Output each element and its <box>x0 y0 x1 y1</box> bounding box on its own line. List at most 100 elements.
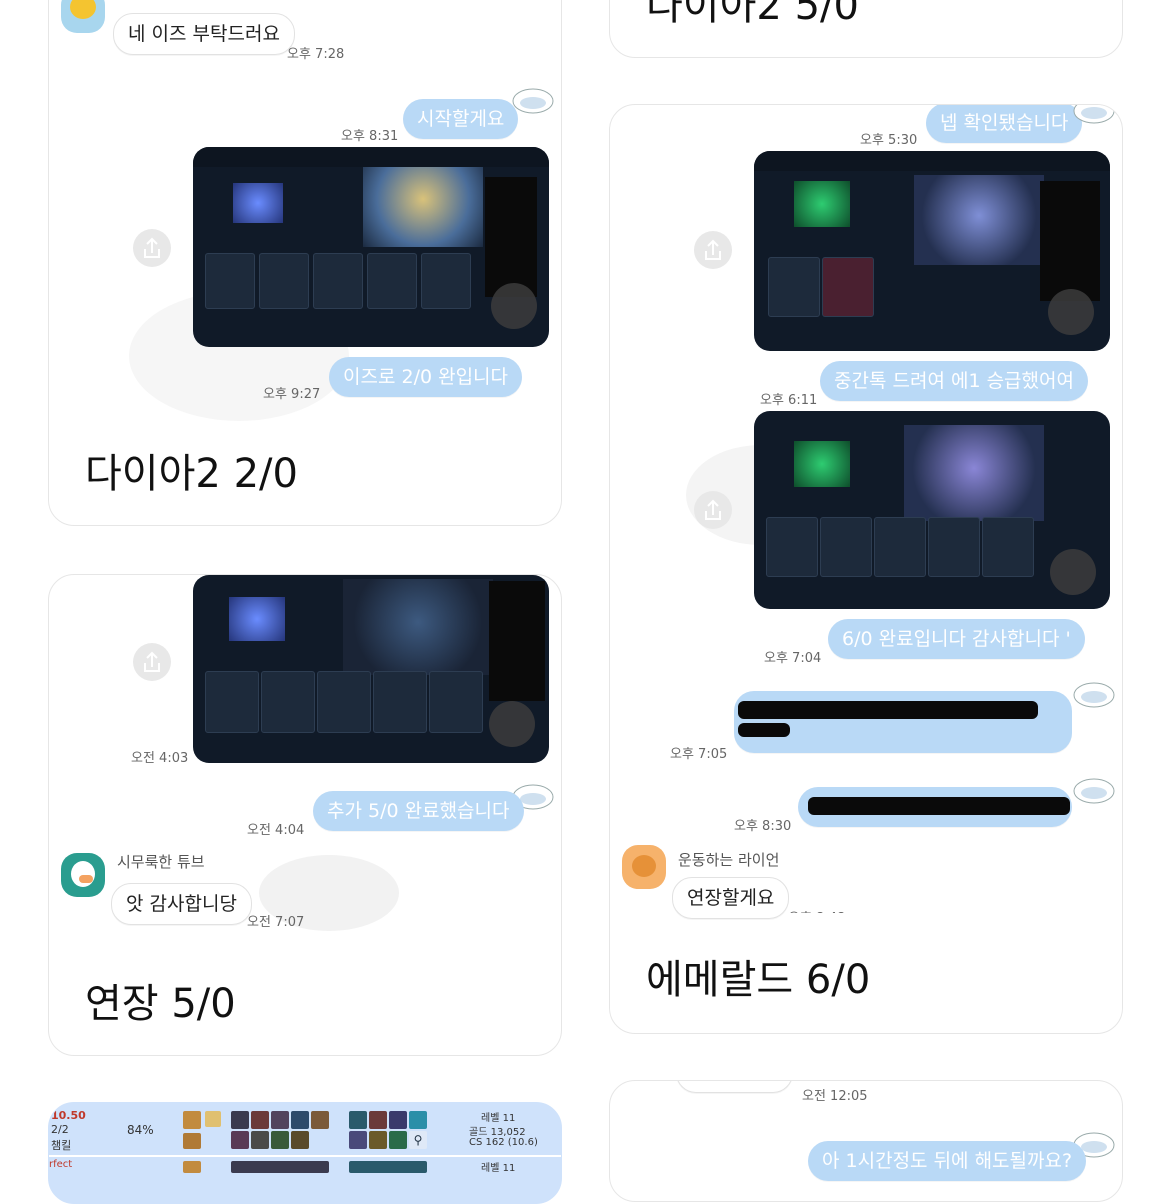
post-card-emerald-6-0[interactable]: 넵 확인됐습니다 오후 5:30 중간톡 드려여 에1 승급했어여 오후 6:1… <box>609 104 1123 1034</box>
sticker-icon <box>1072 105 1116 125</box>
message-time: 오후 9:27 <box>263 387 321 402</box>
message-bubble: 네 이즈 부탁드러요 <box>113 13 295 55</box>
mission-tile <box>261 671 315 733</box>
mission-tile <box>421 253 471 309</box>
redaction-mark <box>738 701 1038 719</box>
mission-tile <box>429 671 483 733</box>
mission-tile <box>820 517 872 577</box>
post-card-chat[interactable]: 감사합니다 오전 12:05 아 1시간정도 뒤에 해도될까요? <box>609 1080 1123 1202</box>
item-icon <box>251 1131 269 1149</box>
mission-tile <box>373 671 427 733</box>
item-icon <box>271 1131 289 1149</box>
message-bubble: 아 1시간정도 뒤에 해도될까요? <box>808 1141 1087 1181</box>
post-card-match-history[interactable]: 10.50 2/2 챔킬 84% ⚲ 레벨 11 골드 13,052 CS 16… <box>48 1102 562 1204</box>
message-time: 오후 6:11 <box>760 393 818 408</box>
message-bubble: 연장할게요 <box>672 877 790 919</box>
mission-tile <box>982 517 1034 577</box>
avatar <box>61 853 105 897</box>
gold-value: 골드 13,052 <box>469 1127 526 1138</box>
message-time: 오전 12:05 <box>802 1089 868 1104</box>
game-screenshot-image[interactable] <box>193 575 549 763</box>
mission-tile <box>768 257 820 317</box>
item-icon <box>231 1161 329 1173</box>
message-bubble: 추가 5/0 완료했습니다 <box>313 791 524 831</box>
mission-tile <box>317 671 371 733</box>
sticker-icon <box>1072 679 1116 709</box>
redaction-mark <box>808 797 1070 815</box>
mission-tile <box>259 253 309 309</box>
mission-tile <box>205 253 255 309</box>
message-time: 오후 7:04 <box>764 651 822 666</box>
message-bubble: 중간톡 드려여 에1 승급했어여 <box>820 361 1088 401</box>
game-screenshot-image[interactable] <box>754 411 1110 609</box>
sticker-icon <box>511 85 555 115</box>
scan-text-icon[interactable] <box>1050 549 1096 595</box>
message-bubble: 6/0 완료입니다 감사합니다 ' <box>828 619 1085 659</box>
mission-tile <box>205 671 259 733</box>
redaction-mark <box>738 723 790 737</box>
mission-tile <box>874 517 926 577</box>
post-card-diamond2-2-0[interactable]: 네 이즈 부탁드러요 오후 7:28 시작할게요 오후 8:31 이즈로 2/0… <box>48 0 562 526</box>
post-caption: 연장 5/0 <box>85 981 236 1027</box>
item-icon <box>251 1111 269 1129</box>
rune-icon <box>349 1131 367 1149</box>
post-caption: 다이아2 5/0 <box>646 0 859 29</box>
item-icon <box>291 1111 309 1129</box>
score-value: 2/2 <box>51 1123 69 1136</box>
rune-icon <box>369 1111 387 1129</box>
sticker-icon <box>1072 775 1116 805</box>
scan-text-icon[interactable] <box>489 701 535 747</box>
rune-icon <box>409 1111 427 1129</box>
scan-text-icon[interactable] <box>1048 289 1094 335</box>
message-bubble: 넵 확인됐습니다 <box>926 105 1083 143</box>
champion-icon <box>183 1161 201 1173</box>
game-screenshot-image[interactable] <box>193 147 549 347</box>
post-card-extension-5-0[interactable]: 오전 4:03 추가 5/0 완료했습니다 오전 4:04 시무룩한 튜브 앗 … <box>48 574 562 1056</box>
avatar <box>61 0 105 33</box>
message-time: 오후 7:28 <box>287 47 345 62</box>
share-icon[interactable] <box>133 229 171 267</box>
message-time: 오전 7:07 <box>247 915 305 930</box>
message-time: 오전 4:03 <box>131 751 189 766</box>
level-value: 레벨 11 <box>481 1113 516 1124</box>
perfect-tag: rfect <box>49 1159 73 1170</box>
search-icon: ⚲ <box>409 1131 427 1149</box>
sender-name: 운동하는 라이언 <box>678 851 780 869</box>
post-caption: 다이아2 2/0 <box>85 451 298 497</box>
avatar <box>622 845 666 889</box>
post-card-diamond2-5-0[interactable]: 다이아2 5/0 <box>609 0 1123 58</box>
spell-icon <box>205 1111 221 1127</box>
mission-tile <box>313 253 363 309</box>
message-bubble: 이즈로 2/0 완입니다 <box>329 357 523 397</box>
mission-tile <box>928 517 980 577</box>
message-time: 오후 8:30 <box>734 819 792 834</box>
post-caption: 에메랄드 6/0 <box>646 957 871 1003</box>
mission-tile <box>367 253 417 309</box>
kill-label: 챔킬 <box>51 1139 72 1152</box>
champion-icon <box>183 1111 201 1129</box>
share-icon[interactable] <box>694 231 732 269</box>
game-screenshot-image[interactable] <box>754 151 1110 351</box>
rune-icon <box>369 1131 387 1149</box>
item-icon <box>231 1131 249 1149</box>
share-icon[interactable] <box>694 491 732 529</box>
item-icon <box>271 1111 289 1129</box>
redacted-message-bubble <box>798 787 1072 827</box>
item-icon <box>311 1111 329 1129</box>
scan-text-icon[interactable] <box>491 283 537 329</box>
rune-icon <box>389 1131 407 1149</box>
share-icon[interactable] <box>133 643 171 681</box>
mission-tile <box>766 517 818 577</box>
kda-value: 10.50 <box>51 1109 86 1122</box>
message-bubble: 앗 감사합니당 <box>111 883 252 925</box>
mission-tile <box>822 257 874 317</box>
cs-value: CS 162 (10.6) <box>469 1137 538 1148</box>
message-time: 오후 7:05 <box>670 747 728 762</box>
winrate-value: 84% <box>127 1123 154 1137</box>
item-icon <box>231 1111 249 1129</box>
rune-icon <box>349 1161 427 1173</box>
message-time: 오후 8:48 <box>788 907 845 913</box>
level-value: 레벨 11 <box>481 1163 516 1174</box>
sender-name: 시무룩한 튜브 <box>117 853 205 871</box>
champion-icon <box>183 1133 201 1149</box>
